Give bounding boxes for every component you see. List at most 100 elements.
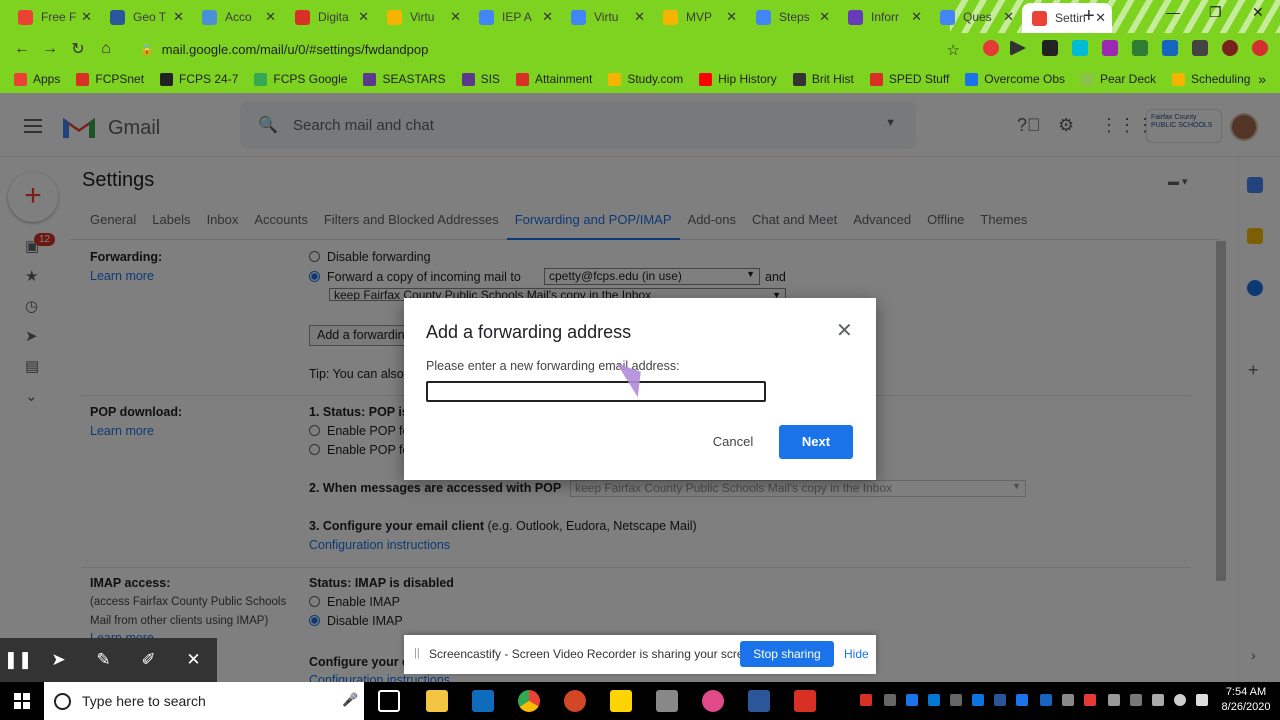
bookmark-item[interactable]: Attainment <box>515 72 592 86</box>
browser-tab[interactable]: Virtu ✕ <box>377 4 467 30</box>
tray-word-icon[interactable] <box>994 694 1006 706</box>
minimize-icon[interactable]: — <box>1166 4 1180 20</box>
acrobat-icon[interactable] <box>794 690 816 712</box>
wifi-icon[interactable] <box>1174 694 1186 706</box>
bookmark-item[interactable]: Apps <box>14 72 60 86</box>
chrome-icon[interactable] <box>518 690 540 712</box>
tray-camera-icon[interactable] <box>972 694 984 706</box>
taskbar-search-input[interactable]: Type here to search <box>82 693 206 709</box>
back-icon[interactable]: ← <box>10 40 34 58</box>
browser-tab[interactable]: Ques ✕ <box>930 4 1020 30</box>
browser-tab[interactable]: Digita ✕ <box>285 4 375 30</box>
extension-record-icon[interactable] <box>983 40 999 56</box>
update-menu-icon[interactable] <box>1252 40 1268 56</box>
tab-close-icon[interactable]: ✕ <box>911 9 922 25</box>
tray-mic-icon[interactable] <box>884 694 896 706</box>
tab-close-icon[interactable]: ✕ <box>173 9 184 25</box>
clock[interactable]: 7:54 AM 8/26/2020 <box>1216 685 1276 715</box>
tab-close-icon[interactable]: ✕ <box>265 9 276 25</box>
browser-tab[interactable]: Inforr ✕ <box>838 4 928 30</box>
tab-close-icon[interactable]: ✕ <box>1003 9 1014 25</box>
bookmark-item[interactable]: Overcome Obs <box>965 72 1065 86</box>
itunes-icon[interactable] <box>702 690 724 712</box>
tab-close-icon[interactable]: ✕ <box>1095 10 1106 26</box>
extension-screen-icon[interactable] <box>1072 40 1088 56</box>
reload-icon[interactable]: ↻ <box>66 39 90 59</box>
bookmark-item[interactable]: Hip History <box>699 72 777 86</box>
tab-close-icon[interactable]: ✕ <box>726 9 737 25</box>
browser-tab[interactable]: Settin ✕ <box>1022 3 1112 33</box>
new-tab-button[interactable]: + <box>1083 5 1095 28</box>
close-window-icon[interactable]: ✕ <box>1252 4 1264 21</box>
bookmark-item[interactable]: Scheduling <box>1172 72 1250 86</box>
pause-icon[interactable]: ❚❚ <box>0 650 36 670</box>
extension-puzzle-icon[interactable] <box>1102 40 1118 56</box>
tray-screen-icon[interactable] <box>1152 694 1164 706</box>
bookmark-item[interactable]: Brit Hist <box>792 72 854 86</box>
drag-handle-icon[interactable]: || <box>414 647 420 659</box>
bookmark-item[interactable]: FCPSnet <box>76 72 144 86</box>
tab-close-icon[interactable]: ✕ <box>358 9 369 25</box>
close-icon[interactable]: ✕ <box>836 318 853 343</box>
sticky-notes-icon[interactable] <box>610 690 632 712</box>
windows-start-icon[interactable] <box>14 693 30 709</box>
snipping-tool-icon[interactable] <box>656 690 678 712</box>
bookmark-item[interactable]: SEASTARS <box>363 72 446 86</box>
pointer-icon[interactable]: ➤ <box>36 650 81 670</box>
tab-close-icon[interactable]: ✕ <box>542 9 553 25</box>
bookmark-item[interactable]: FCPS Google <box>254 72 347 86</box>
browser-tab[interactable]: Virtu ✕ <box>561 4 651 30</box>
more-bookmarks-icon[interactable]: » <box>1258 71 1266 87</box>
extension-grid-icon[interactable] <box>1132 40 1148 56</box>
tray-display-icon[interactable] <box>1108 694 1120 706</box>
tray-zoom-icon[interactable] <box>906 694 918 706</box>
tab-close-icon[interactable]: ✕ <box>81 9 92 25</box>
bookmark-item[interactable]: Study.com <box>608 72 683 86</box>
taskbar-search[interactable]: Type here to search 🎤 <box>44 682 364 720</box>
bookmark-item[interactable]: Pear Deck <box>1081 72 1156 86</box>
address-bar[interactable]: 🔒 mail.google.com/mail/u/0/#settings/fwd… <box>130 36 970 63</box>
powerpoint-icon[interactable] <box>564 690 586 712</box>
browser-tab[interactable]: IEP A ✕ <box>469 4 559 30</box>
hide-button[interactable]: Hide <box>844 647 869 661</box>
extension-rocket-icon[interactable] <box>1042 40 1058 56</box>
tray-screencastify-icon[interactable] <box>860 694 872 706</box>
cancel-button[interactable]: Cancel <box>700 425 766 459</box>
tray-onedrive-icon[interactable] <box>1016 694 1028 706</box>
browser-tab[interactable]: Acco ✕ <box>192 4 282 30</box>
tray-bluetooth-icon[interactable] <box>1040 694 1052 706</box>
tab-close-icon[interactable]: ✕ <box>450 9 461 25</box>
browser-tab[interactable]: MVP ✕ <box>653 4 743 30</box>
tray-shield-icon[interactable] <box>1084 694 1096 706</box>
home-icon[interactable]: ⌂ <box>94 40 118 58</box>
pen-icon[interactable]: ✎ <box>81 650 126 670</box>
bookmark-star-icon[interactable]: ☆ <box>947 41 960 59</box>
browser-tab[interactable]: Free F ✕ <box>8 4 98 30</box>
tab-close-icon[interactable]: ✕ <box>819 9 830 25</box>
task-view-icon[interactable] <box>378 690 400 712</box>
forwarding-email-input[interactable] <box>426 381 766 402</box>
tray-dollar-icon[interactable] <box>950 694 962 706</box>
close-tools-icon[interactable]: ✕ <box>171 650 216 670</box>
volume-icon[interactable] <box>1196 694 1208 706</box>
browser-tab[interactable]: Geo T ✕ <box>100 4 190 30</box>
restore-icon[interactable]: ❐ <box>1209 4 1222 21</box>
tray-outlook-icon[interactable] <box>928 694 940 706</box>
tray-app-icon[interactable] <box>1062 694 1074 706</box>
tray-printer-icon[interactable] <box>1130 694 1142 706</box>
word-icon[interactable] <box>748 690 770 712</box>
extension-cast-icon[interactable] <box>1162 40 1178 56</box>
bookmark-item[interactable]: FCPS 24-7 <box>160 72 238 86</box>
browser-tab[interactable]: Steps ✕ <box>746 4 836 30</box>
next-button[interactable]: Next <box>779 425 853 459</box>
file-explorer-icon[interactable] <box>426 690 448 712</box>
bookmark-item[interactable]: SIS <box>461 72 500 86</box>
highlighter-icon[interactable]: ✐ <box>126 650 171 670</box>
microphone-icon[interactable]: 🎤 <box>342 692 358 708</box>
forward-icon[interactable]: → <box>38 40 62 58</box>
tab-close-icon[interactable]: ✕ <box>634 9 645 25</box>
extension-cursor-icon[interactable] <box>1010 40 1026 56</box>
stop-sharing-button[interactable]: Stop sharing <box>740 641 834 667</box>
outlook-icon[interactable] <box>472 690 494 712</box>
profile-icon[interactable] <box>1222 40 1238 56</box>
